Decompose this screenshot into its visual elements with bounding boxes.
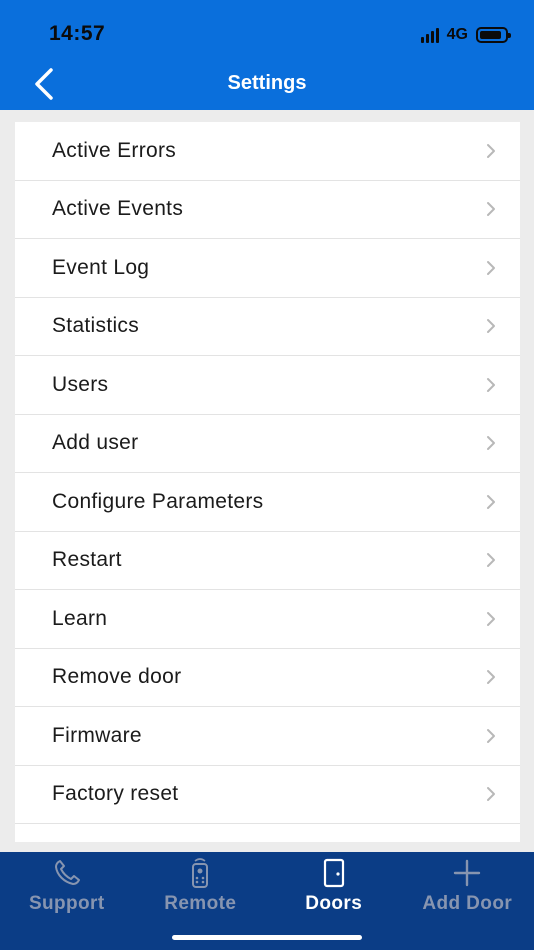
menu-item-users[interactable]: Users [15, 356, 520, 415]
menu-item-label: Learn [52, 606, 108, 630]
signal-icon [420, 27, 439, 43]
menu-item-add-user[interactable]: Add user [15, 415, 520, 473]
tab-label: Add Door [422, 893, 513, 914]
settings-screen: 14:57 4G Settings Active Errors Active E… [0, 0, 534, 950]
menu-item-label: Add user [52, 431, 139, 455]
tab-label: Remote [164, 893, 237, 914]
status-indicators: 4G [420, 24, 511, 46]
menu-item-label: Factory reset [52, 782, 179, 806]
home-indicator [172, 935, 362, 940]
menu-item-label: Configure Parameters [52, 489, 264, 513]
tab-support[interactable]: Support [0, 852, 134, 950]
chevron-right-icon [487, 787, 495, 802]
menu-item-restart[interactable]: Restart [15, 532, 520, 590]
menu-item-label: Active Events [52, 197, 184, 221]
menu-item-label: Users [52, 372, 109, 396]
door-icon [317, 856, 351, 890]
menu-item-label: Restart [52, 548, 122, 572]
plus-icon [450, 856, 484, 890]
chevron-right-icon [487, 143, 495, 158]
page-title: Settings [227, 72, 307, 94]
menu-item-configure-parameters[interactable]: Configure Parameters [15, 473, 520, 532]
status-time: 14:57 [49, 22, 106, 45]
tab-label: Doors [305, 893, 363, 914]
chevron-right-icon [487, 260, 495, 275]
battery-icon [476, 27, 511, 43]
chevron-right-icon [487, 728, 495, 743]
remote-icon [183, 856, 217, 890]
phone-icon [50, 856, 84, 890]
chevron-right-icon [487, 377, 495, 392]
chevron-right-icon [487, 553, 495, 568]
menu-item-event-log[interactable]: Event Log [15, 239, 520, 298]
menu-item-partial[interactable] [15, 824, 520, 842]
network-label: 4G [446, 26, 468, 43]
settings-list: Active Errors Active Events Event Log St… [15, 122, 520, 842]
tab-add-door[interactable]: Add Door [401, 852, 534, 950]
chevron-right-icon [487, 319, 495, 334]
chevron-right-icon [487, 670, 495, 685]
menu-item-label: Firmware [52, 723, 142, 747]
menu-item-learn[interactable]: Learn [15, 590, 520, 649]
menu-item-active-events[interactable]: Active Events [15, 181, 520, 239]
menu-item-remove-door[interactable]: Remove door [15, 649, 520, 707]
chevron-right-icon [487, 611, 495, 626]
menu-item-label: Remove door [52, 665, 182, 689]
menu-item-statistics[interactable]: Statistics [15, 298, 520, 356]
chevron-right-icon [487, 436, 495, 451]
menu-item-firmware[interactable]: Firmware [15, 707, 520, 766]
menu-item-label: Active Errors [52, 138, 177, 162]
chevron-right-icon [487, 494, 495, 509]
menu-item-factory-reset[interactable]: Factory reset [15, 766, 520, 824]
menu-item-label: Statistics [52, 314, 140, 338]
chevron-right-icon [487, 202, 495, 217]
menu-item-active-errors[interactable]: Active Errors [15, 122, 520, 181]
header: 14:57 4G Settings [0, 0, 534, 110]
tab-label: Support [28, 893, 105, 914]
menu-item-label: Event Log [52, 255, 150, 279]
